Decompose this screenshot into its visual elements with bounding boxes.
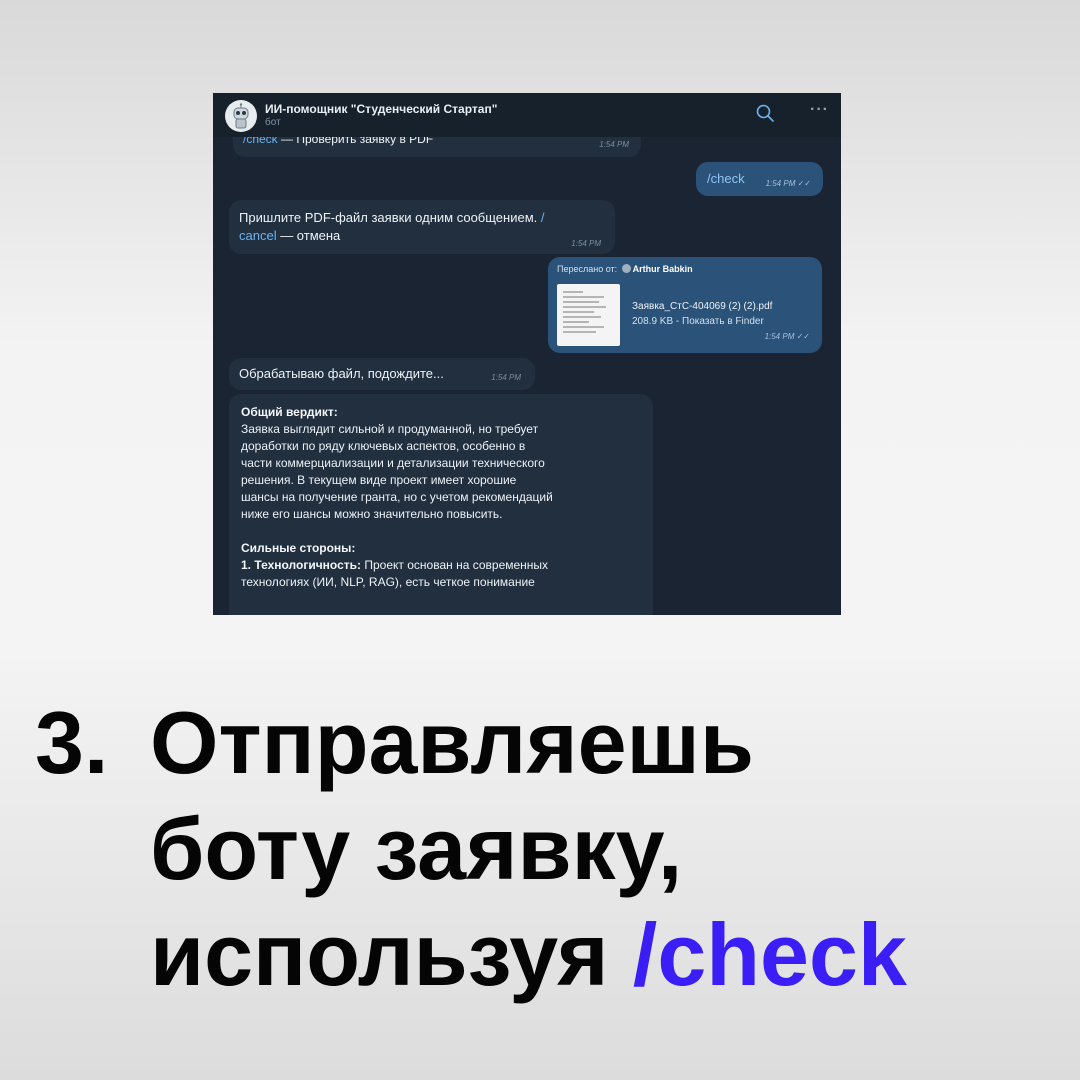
pdf-thumbnail[interactable] — [557, 284, 620, 346]
chat-title[interactable]: ИИ-помощник "Студенческий Стартап" — [265, 102, 497, 116]
verdict-line: шансы на получение гранта, но с учетом р… — [241, 490, 553, 504]
message-review-result: Общий вердикт: Заявка выглядит сильной и… — [229, 394, 653, 615]
check-command-highlight: /check — [632, 905, 907, 1004]
chat-header: ИИ-помощник "Студенческий Стартап" бот ·… — [213, 93, 841, 137]
verdict-title: Общий вердикт: — [241, 405, 338, 419]
verdict-line: части коммерциализации и детализации тех… — [241, 456, 545, 470]
forwarded-from[interactable]: Переслано от: Arthur Babkin — [557, 264, 693, 274]
chat-subtitle: бот — [265, 117, 281, 128]
more-icon[interactable]: ··· — [810, 101, 829, 119]
double-check-icon: ✓✓ — [796, 332, 810, 341]
message-send-pdf-prompt: Пришлите PDF-файл заявки одним сообщение… — [229, 200, 615, 254]
message-user-check: /check 1:54 PM ✓✓ — [696, 162, 823, 196]
message-text: Обрабатываю файл, подождите... — [239, 366, 444, 381]
message-forwarded-file: Переслано от: Arthur Babkin Заявка_СтС-4… — [548, 257, 822, 353]
verdict-line: доработки по ряду ключевых аспектов, осо… — [241, 439, 526, 453]
forward-avatar — [621, 264, 631, 273]
message-time: 1:54 PM — [491, 373, 521, 382]
step-number: 3. — [35, 693, 109, 792]
message-time: 1:54 PM ✓✓ — [765, 179, 811, 188]
message-time: 1:54 PM ✓✓ — [764, 332, 810, 341]
strength-item-cont: технологиях (ИИ, NLP, RAG), есть четкое … — [241, 575, 535, 589]
cancel-command-link[interactable]: cancel — [239, 228, 277, 243]
caption-line-2: боту заявку, — [150, 799, 683, 898]
strengths-title: Сильные стороны: — [241, 541, 356, 555]
show-in-finder-link[interactable]: Показать в Finder — [682, 316, 764, 327]
message-text: — отмена — [276, 228, 341, 243]
message-processing: Обрабатываю файл, подождите... 1:54 PM — [229, 358, 535, 390]
slide-caption: 3. Отправляешь боту заявку, используя /c… — [0, 690, 1080, 1050]
telegram-screenshot: /check — Проверить заявку в PDF 1:54 PM … — [213, 93, 841, 615]
message-text: Пришлите PDF-файл заявки одним сообщение… — [239, 210, 538, 225]
robot-avatar[interactable] — [225, 100, 257, 132]
search-icon[interactable] — [755, 103, 775, 123]
strength-item: 1. Технологичность: Проект основан на со… — [241, 558, 549, 572]
file-name[interactable]: Заявка_СтС-404069 (2) (2).pdf — [632, 301, 772, 312]
caption-line-3: используя /check — [150, 905, 907, 1004]
double-check-icon: ✓✓ — [797, 179, 811, 188]
message-time: 1:54 PM — [599, 140, 629, 149]
verdict-line: решения. В текущем виде проект имеет хор… — [241, 473, 517, 487]
message-text[interactable]: /check — [707, 171, 745, 186]
verdict-line: ниже его шансы можно значительно повысит… — [241, 507, 503, 521]
caption-line-1: Отправляешь — [150, 693, 754, 792]
message-time: 1:54 PM — [571, 239, 601, 248]
slash-link[interactable]: / — [537, 210, 545, 225]
verdict-line: Заявка выглядит сильной и продуманной, н… — [241, 422, 539, 436]
file-size: 208.9 KB - Показать в Finder — [632, 316, 764, 327]
